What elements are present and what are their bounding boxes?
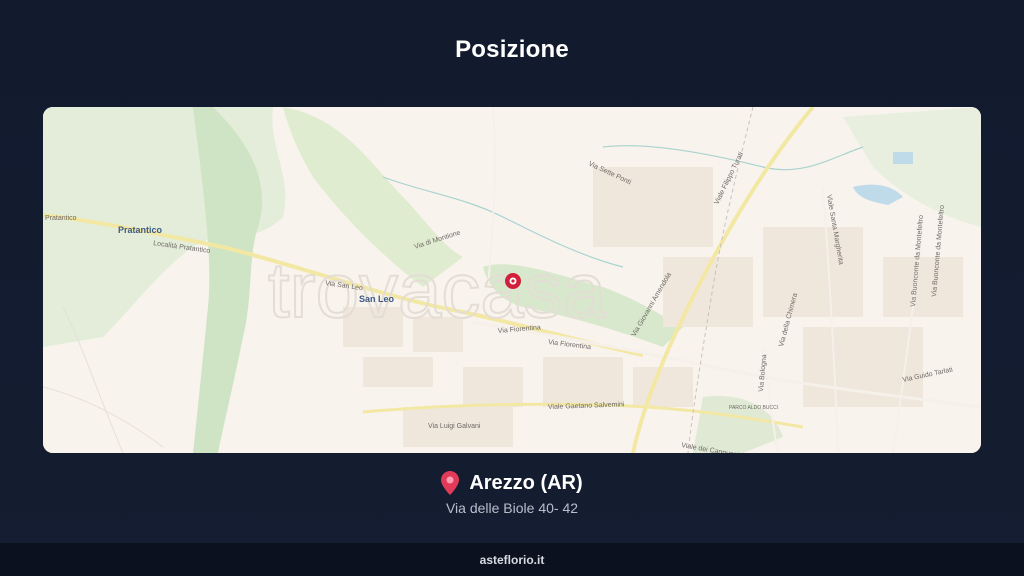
location-address: Via delle Biole 40- 42 (445, 500, 579, 516)
map-pin-icon (441, 471, 460, 495)
location-summary: Arezzo (AR) (0, 471, 1024, 495)
park-label: PARCO ALDO BUCCI (729, 405, 778, 411)
place-label-san-leo: San Leo (359, 294, 395, 304)
street-label: Via Luigi Galvani (428, 423, 481, 430)
pond (893, 152, 913, 164)
place-label-pratantico: Pratantico (118, 225, 163, 235)
location-marker[interactable] (505, 273, 521, 289)
map-canvas[interactable]: trovacasa Pratantico San Leo Pratantico … (43, 107, 981, 453)
watermark: trovacasa (268, 246, 607, 334)
location-city: Arezzo (AR) (469, 471, 583, 494)
map-view[interactable]: trovacasa Pratantico San Leo Pratantico … (43, 107, 981, 453)
footer-brand[interactable]: asteflorio.it (480, 553, 545, 567)
street-label: Pratantico (45, 215, 77, 222)
page-title: Posizione (455, 36, 569, 63)
footer: asteflorio.it (0, 543, 1024, 576)
